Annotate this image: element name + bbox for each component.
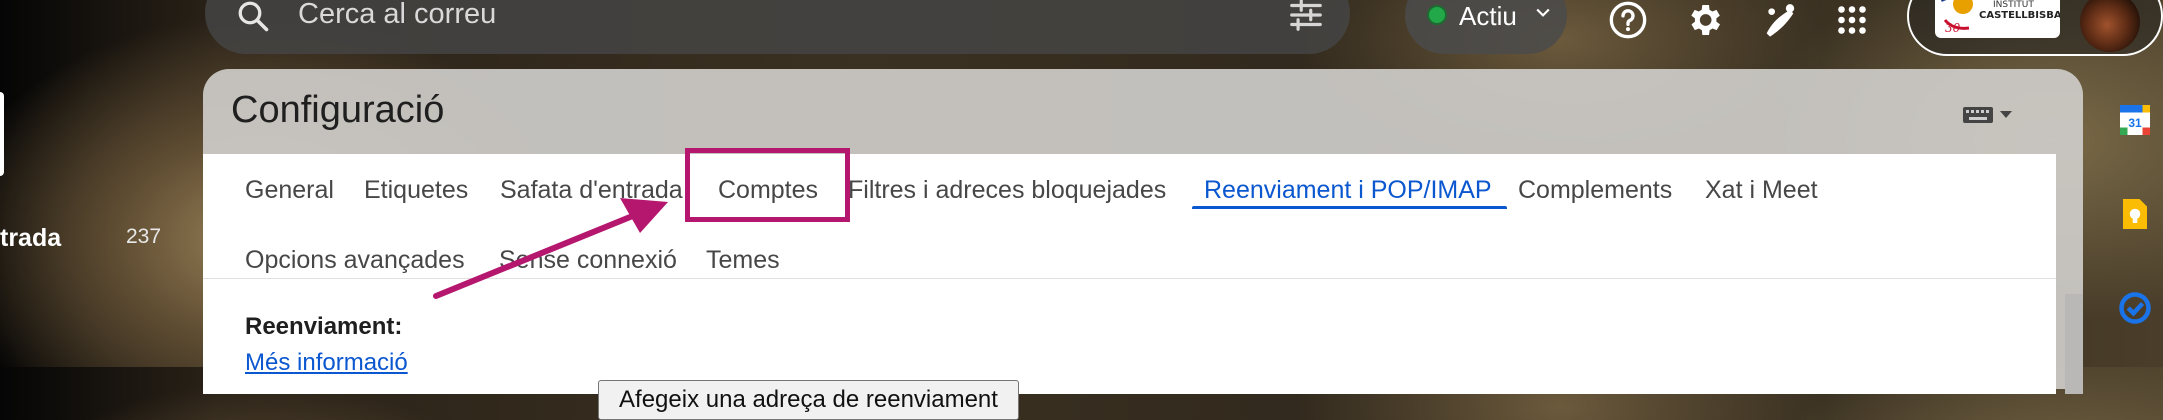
tab-themes[interactable]: Temes [706,246,780,275]
inbox-count: 237 [126,225,162,248]
add-forwarding-address-button[interactable]: Afegeix una adreça de reenviament [598,380,1019,420]
tasks-icon[interactable] [2117,290,2155,328]
calendar-icon[interactable]: 31 [2117,102,2155,140]
status-dot [1427,5,1447,25]
apps-grid-icon[interactable] [1828,0,1876,44]
chevron-down-icon [1533,2,1553,27]
right-side-panel: 31 [2117,90,2163,367]
keep-icon[interactable] [2117,196,2155,234]
tab-addons[interactable]: Complements [1518,176,1672,205]
scrollbar[interactable] [2065,294,2083,394]
tab-row-background [794,296,2056,358]
status-label: Actiu [1459,1,1517,31]
svg-text:31: 31 [2128,116,2142,130]
settings-panel: Configuració General Etiquetes Safata d'… [203,69,2083,420]
page-title: Configuració [231,89,445,131]
search-options-icon[interactable] [1287,0,1325,39]
logo-line2: CASTELLBISBAL [1979,10,2060,21]
search-bar[interactable]: Cerca al correu [205,0,1350,54]
annotation-highlight-box [685,148,850,222]
tab-labels[interactable]: Etiquetes [364,176,468,205]
keyboard-icon[interactable] [1962,103,2014,132]
tabs-divider [203,278,2056,279]
sidebar-item-inbox[interactable]: trada [0,224,61,253]
help-icon[interactable] [1604,0,1652,44]
tab-general[interactable]: General [245,176,334,205]
gear-icon[interactable] [1680,0,1728,44]
status-selector[interactable]: Actiu [1405,0,1567,54]
tab-advanced[interactable]: Opcions avançades [245,246,465,275]
more-info-link[interactable]: Més informació [245,349,408,377]
active-tab-indicator [1192,206,1507,209]
tab-chat-meet[interactable]: Xat i Meet [1705,176,1818,205]
gemini-icon[interactable] [1756,0,1804,44]
search-icon[interactable] [235,0,271,39]
tab-offline[interactable]: Sense connexió [499,246,677,275]
tab-filters[interactable]: Filtres i adreces bloquejades [848,176,1166,205]
settings-content: General Etiquetes Safata d'entrada Compt… [203,154,2056,420]
tab-inbox[interactable]: Safata d'entrada [500,176,683,205]
forwarding-label: Reenviament: [245,313,403,340]
logo-line1: INSTITUT [1993,0,2034,10]
compose-button-edge[interactable] [0,92,4,176]
tab-forwarding-pop-imap[interactable]: Reenviament i POP/IMAP [1204,176,1492,205]
organization-logo: 30 INSTITUT CASTELLBISBAL [1935,0,2060,38]
search-input[interactable]: Cerca al correu [298,0,496,31]
svg-text:30: 30 [1945,21,1961,34]
